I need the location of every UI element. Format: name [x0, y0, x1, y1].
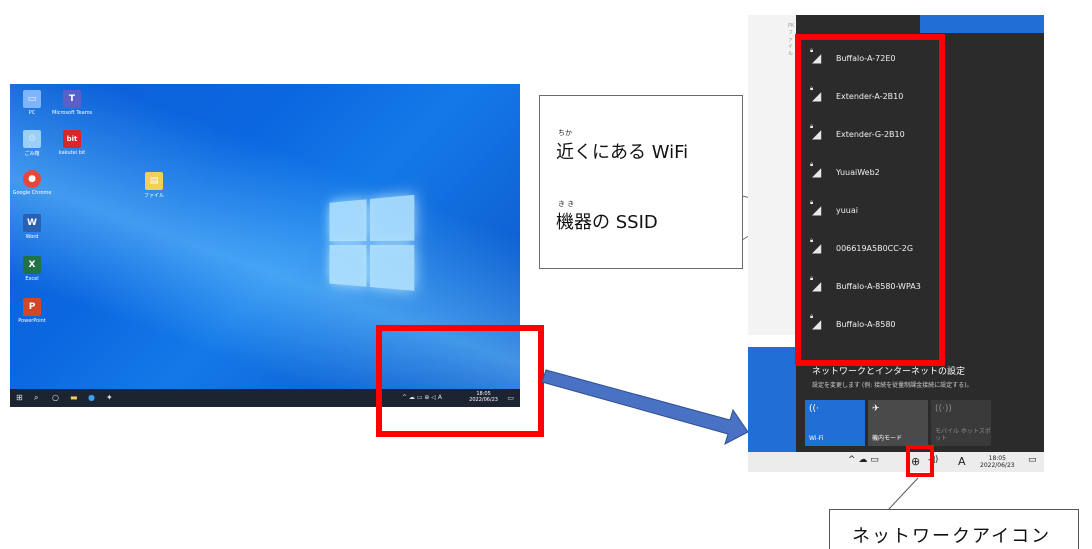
highlight-box-ssid-list [795, 34, 945, 366]
tile-label: モバイル ホットスポット [935, 428, 991, 442]
background-window: PK ファイル [748, 15, 796, 335]
task-view-icon[interactable]: ○ [52, 393, 59, 403]
ssid-callout: ちか 近くにある WiFi き き 機器の SSID [539, 95, 743, 269]
start-icon[interactable]: ⊞ [16, 393, 23, 403]
ime-icon[interactable]: A [958, 455, 966, 468]
desktop-icon-label: PowerPoint [18, 318, 46, 324]
desktop-icon-label: Google Chrome [12, 190, 52, 196]
highlight-box-network-icon [906, 445, 934, 477]
app-icon[interactable]: ✦ [106, 393, 113, 403]
taskbar-clock[interactable]: 18:05 2022/06/23 [980, 455, 1015, 469]
excel-icon: X [23, 256, 41, 274]
system-tray[interactable]: ^ ☁ ▭ [848, 455, 879, 465]
edge-icon[interactable]: ● [88, 393, 95, 403]
notification-icon[interactable]: ▭ [1028, 455, 1037, 465]
desktop-icon-label: Microsoft Teams [52, 110, 92, 116]
word-icon: W [23, 214, 41, 232]
callout-line-1: 近くにある WiFi [556, 142, 689, 163]
mobile-hotspot-tile[interactable]: ((·)) モバイル ホットスポット [931, 400, 991, 446]
airplane-mode-tile[interactable]: ✈ 機内モード [868, 400, 928, 446]
network-icon-label-box: ネットワークアイコン [829, 509, 1079, 549]
background-accent-block [748, 347, 796, 455]
tile-label: Wi-Fi [809, 435, 824, 442]
desktop-icon-excel[interactable]: X Excel [12, 256, 52, 282]
desktop-icon-chrome[interactable]: ● Google Chrome [12, 170, 52, 196]
desktop-icon-label: Word [25, 234, 39, 240]
label-pointer [831, 477, 919, 511]
desktop-icon-label: ファイル [143, 193, 164, 199]
hotspot-icon: ((·)) [935, 404, 952, 414]
desktop-icon-word[interactable]: W Word [12, 214, 52, 240]
arrow-icon [541, 369, 749, 445]
network-settings-link[interactable]: ネットワークとインターネットの設定 [812, 364, 965, 377]
folder-icon: ▤ [145, 172, 163, 190]
desktop-icon-label: kakutei bit [58, 150, 86, 156]
wifi-toggle-tile[interactable]: ((· Wi-Fi [805, 400, 865, 446]
desktop-icon-powerpoint[interactable]: P PowerPoint [12, 298, 52, 324]
pc-icon: ▭ [23, 90, 41, 108]
search-icon[interactable]: ⌕ [34, 393, 38, 403]
chrome-icon: ● [23, 170, 41, 188]
kakutei-bit-icon: bit [63, 130, 81, 148]
recycle-bin-icon: ♲ [23, 130, 41, 148]
powerpoint-icon: P [23, 298, 41, 316]
tile-label: 機内モード [872, 435, 903, 442]
clock-time: 18:05 [988, 455, 1006, 462]
highlight-box-system-tray [376, 325, 544, 437]
explorer-icon[interactable]: ▬ [70, 393, 78, 403]
flyout-taskbar: ^ ☁ ▭ ⊕ ◁) A 18:05 2022/06/23 ▭ [748, 452, 1044, 472]
airplane-icon: ✈ [872, 404, 880, 414]
network-icon-label: ネットワークアイコン [852, 526, 1052, 547]
desktop-icon-pc[interactable]: ▭ PC [12, 90, 52, 116]
ruby-text: ちか [558, 129, 572, 137]
teams-icon: T [63, 90, 81, 108]
desktop-icon-label: ごみ箱 [24, 151, 40, 157]
flyout-header-accent [920, 15, 1044, 33]
desktop-icon-teams[interactable]: T Microsoft Teams [52, 90, 92, 116]
desktop-icon-recycle-bin[interactable]: ♲ ごみ箱 [12, 130, 52, 157]
desktop-icon-kakutei-bit[interactable]: bit kakutei bit [52, 130, 92, 156]
network-settings-description: 設定を変更します (例: 接続を従量制課金接続に設定する)。 [812, 382, 973, 389]
callout-line-2: 機器の SSID [556, 212, 658, 233]
desktop-icon-label: Excel [25, 276, 39, 282]
desktop-icon-folder[interactable]: ▤ ファイル [134, 172, 174, 199]
clock-date: 2022/06/23 [980, 462, 1015, 469]
windows-logo-wallpaper [329, 194, 419, 295]
wifi-icon: ((· [809, 404, 819, 414]
desktop-icon-label: PC [28, 110, 36, 116]
